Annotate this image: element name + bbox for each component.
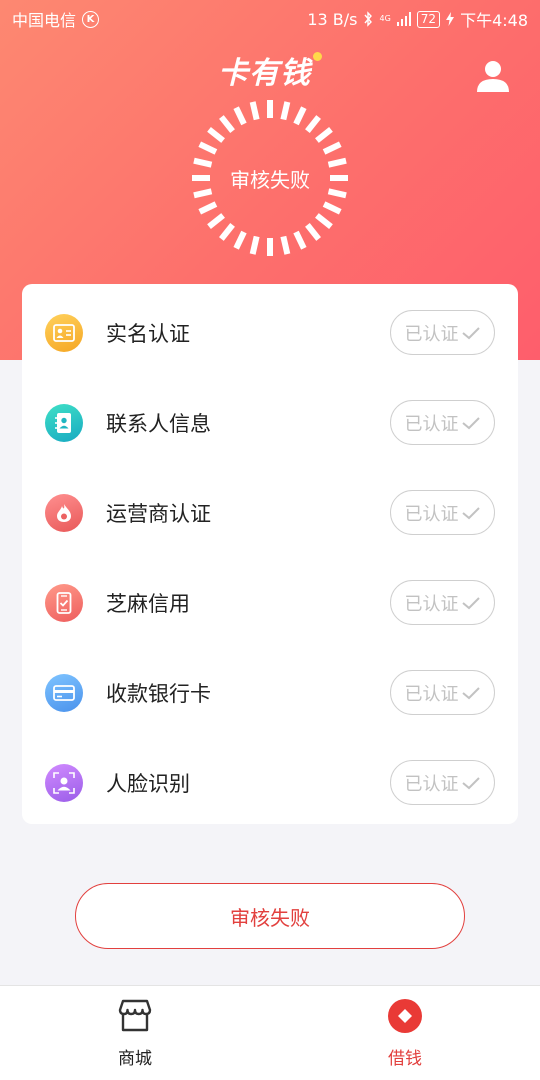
verify-status-button[interactable]: 已认证 [390, 490, 495, 535]
check-icon [461, 506, 480, 519]
verify-label: 人脸识别 [106, 772, 190, 796]
verify-status-button[interactable]: 已认证 [390, 400, 495, 445]
verify-status-text: 已认证 [404, 773, 459, 795]
battery-level: 72 [420, 12, 437, 26]
verify-row-contacts[interactable]: 联系人信息 已认证 [22, 378, 518, 468]
verify-status-button[interactable]: 已认证 [390, 580, 495, 625]
network-type: 4G [379, 14, 391, 23]
battery-icon: 72 [416, 10, 441, 28]
verify-status-text: 已认证 [404, 593, 459, 615]
verify-label: 联系人信息 [106, 412, 211, 436]
carrier-name: 中国电信 [12, 11, 77, 30]
verify-status-text: 已认证 [404, 323, 459, 345]
verify-label: 运营商认证 [106, 502, 211, 526]
tab-shop[interactable]: 商城 [0, 986, 270, 1080]
brand-logo: 卡有钱 [0, 48, 540, 92]
check-icon [461, 686, 480, 699]
charging-icon [446, 12, 455, 26]
check-icon [461, 416, 480, 429]
check-icon [461, 776, 480, 789]
id-card-icon [45, 314, 83, 352]
loan-icon [388, 999, 422, 1033]
bluetooth-icon [364, 11, 373, 27]
signal-icon [396, 12, 411, 26]
contacts-book-icon [45, 404, 83, 442]
credit-phone-icon [45, 584, 83, 622]
clock: 下午4:48 [460, 11, 528, 30]
verify-status-text: 已认证 [404, 503, 459, 525]
carrier-flame-icon [45, 494, 83, 532]
verify-status-button[interactable]: 已认证 [390, 310, 495, 355]
check-icon [461, 596, 480, 609]
status-bar: 中国电信 K 13 B/s 4G 72 下午4:48 [0, 0, 540, 38]
verify-label: 芝麻信用 [106, 592, 190, 616]
verify-label: 收款银行卡 [106, 682, 211, 706]
verify-row-bankcard[interactable]: 收款银行卡 已认证 [22, 648, 518, 738]
tab-label: 商城 [118, 1049, 152, 1069]
brand-dot-icon [313, 52, 322, 61]
bank-card-icon [45, 674, 83, 712]
brand-name: 卡有钱 [218, 56, 311, 91]
tab-loan[interactable]: 借钱 [270, 986, 540, 1080]
user-profile-icon[interactable] [473, 56, 513, 96]
verify-status-button[interactable]: 已认证 [390, 760, 495, 805]
verify-status-text: 已认证 [404, 413, 459, 435]
verify-row-realname[interactable]: 实名认证 已认证 [22, 288, 518, 378]
check-icon [461, 326, 480, 339]
verify-row-carrier[interactable]: 运营商认证 已认证 [22, 468, 518, 558]
verify-status-text: 已认证 [404, 683, 459, 705]
face-scan-icon [45, 764, 83, 802]
verify-status-button[interactable]: 已认证 [390, 670, 495, 715]
review-result-button[interactable]: 审核失败 [75, 883, 465, 949]
verify-label: 实名认证 [106, 322, 190, 346]
bottom-tab-bar: 商城 借钱 [0, 985, 540, 1080]
review-status-text: 审核失败 [230, 168, 310, 192]
net-speed: 13 B/s [307, 9, 358, 29]
carrier-k-icon: K [82, 10, 100, 28]
verify-row-credit[interactable]: 芝麻信用 已认证 [22, 558, 518, 648]
tab-label: 借钱 [388, 1049, 422, 1069]
shop-icon [118, 999, 152, 1032]
verification-card: 实名认证 已认证 联系人信息 已认证 运营商认证 已认证 芝麻信用 已认证 收款… [22, 284, 518, 824]
verify-row-face[interactable]: 人脸识别 已认证 [22, 738, 518, 828]
